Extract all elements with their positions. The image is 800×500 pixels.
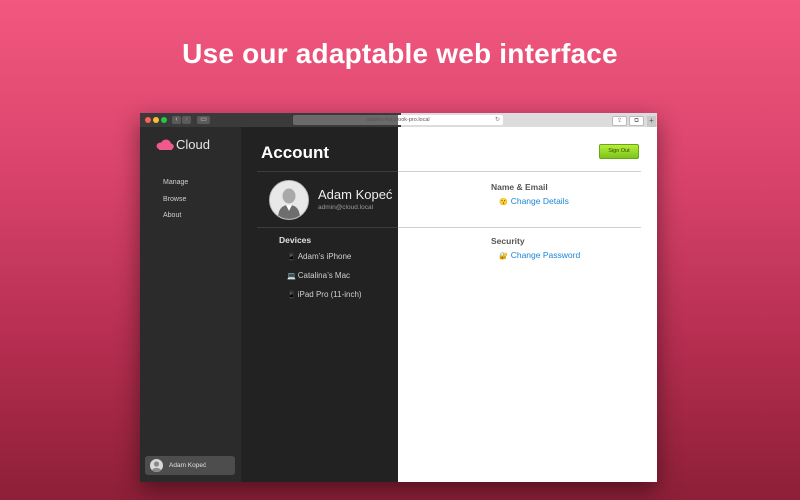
sign-out-button[interactable]: Sign Out bbox=[599, 144, 639, 159]
current-user-name: Adam Kopeć bbox=[169, 462, 207, 469]
device-name: iPad Pro (11-inch) bbox=[297, 290, 362, 299]
page-title: Account bbox=[261, 143, 329, 162]
close-window-button[interactable] bbox=[145, 117, 151, 123]
account-profile-panel bbox=[241, 127, 398, 482]
new-tab-icon[interactable]: + bbox=[647, 116, 656, 127]
change-details-link[interactable]: 😗 Change Details bbox=[499, 196, 569, 206]
current-user-chip[interactable]: Adam Kopeć bbox=[145, 456, 235, 475]
browser-titlebar: ‹ › ▭ adams-macbook-pro.local ↻ ⇪ ⧉ + bbox=[140, 113, 657, 127]
sidebar-toggle-icon[interactable]: ▭ bbox=[197, 116, 210, 124]
change-password-label: Change Password bbox=[510, 250, 581, 260]
device-item[interactable]: 📱 Adam’s iPhone bbox=[287, 252, 351, 261]
back-icon[interactable]: ‹ bbox=[172, 116, 181, 124]
security-heading: Security bbox=[491, 236, 525, 246]
change-password-link[interactable]: 🔐 Change Password bbox=[499, 250, 580, 260]
device-item[interactable]: 💻 Catalina’s Mac bbox=[287, 271, 350, 280]
sidebar-item-manage[interactable]: Manage bbox=[163, 179, 188, 186]
divider bbox=[398, 171, 641, 172]
app-logo[interactable]: Cloud bbox=[156, 137, 210, 152]
share-icon[interactable]: ⇪ bbox=[612, 116, 627, 126]
browser-window: ‹ › ▭ adams-macbook-pro.local ↻ ⇪ ⧉ + Cl… bbox=[140, 113, 657, 482]
device-item[interactable]: 📱 iPad Pro (11-inch) bbox=[287, 290, 362, 299]
change-details-label: Change Details bbox=[510, 196, 569, 206]
sidebar-item-about[interactable]: About bbox=[163, 212, 181, 219]
address-bar-url: adams-macbook-pro.local bbox=[366, 117, 430, 123]
headline: Use our adaptable web interface bbox=[182, 38, 618, 69]
reload-icon[interactable]: ↻ bbox=[495, 115, 500, 125]
divider bbox=[257, 171, 398, 172]
zoom-window-button[interactable] bbox=[161, 117, 167, 123]
avatar bbox=[150, 459, 163, 472]
tablet-icon: 📱 bbox=[287, 292, 296, 299]
laptop-icon: 💻 bbox=[287, 273, 296, 280]
phone-icon: 📱 bbox=[287, 254, 296, 261]
lock-emoji-icon: 🔐 bbox=[499, 253, 508, 260]
devices-heading: Devices bbox=[279, 235, 312, 245]
tabs-overview-icon[interactable]: ⧉ bbox=[629, 116, 644, 126]
divider bbox=[257, 227, 398, 228]
cloud-logo-icon bbox=[156, 139, 174, 150]
device-name: Adam’s iPhone bbox=[297, 252, 352, 261]
app-sidebar: Cloud Manage Browse About Adam Kopeć bbox=[140, 127, 241, 482]
profile-email: admin@cloud.local bbox=[318, 204, 374, 211]
app-logo-text: Cloud bbox=[176, 137, 210, 152]
name-email-heading: Name & Email bbox=[491, 182, 548, 192]
face-emoji-icon: 😗 bbox=[499, 199, 508, 206]
minimize-window-button[interactable] bbox=[153, 117, 159, 123]
forward-icon[interactable]: › bbox=[182, 116, 191, 124]
profile-name: Adam Kopeć bbox=[318, 187, 393, 202]
sidebar-item-browse[interactable]: Browse bbox=[163, 196, 186, 203]
divider bbox=[398, 227, 641, 228]
address-bar[interactable]: adams-macbook-pro.local ↻ bbox=[293, 115, 503, 125]
device-name: Catalina’s Mac bbox=[297, 271, 351, 280]
profile-avatar[interactable] bbox=[269, 180, 309, 220]
